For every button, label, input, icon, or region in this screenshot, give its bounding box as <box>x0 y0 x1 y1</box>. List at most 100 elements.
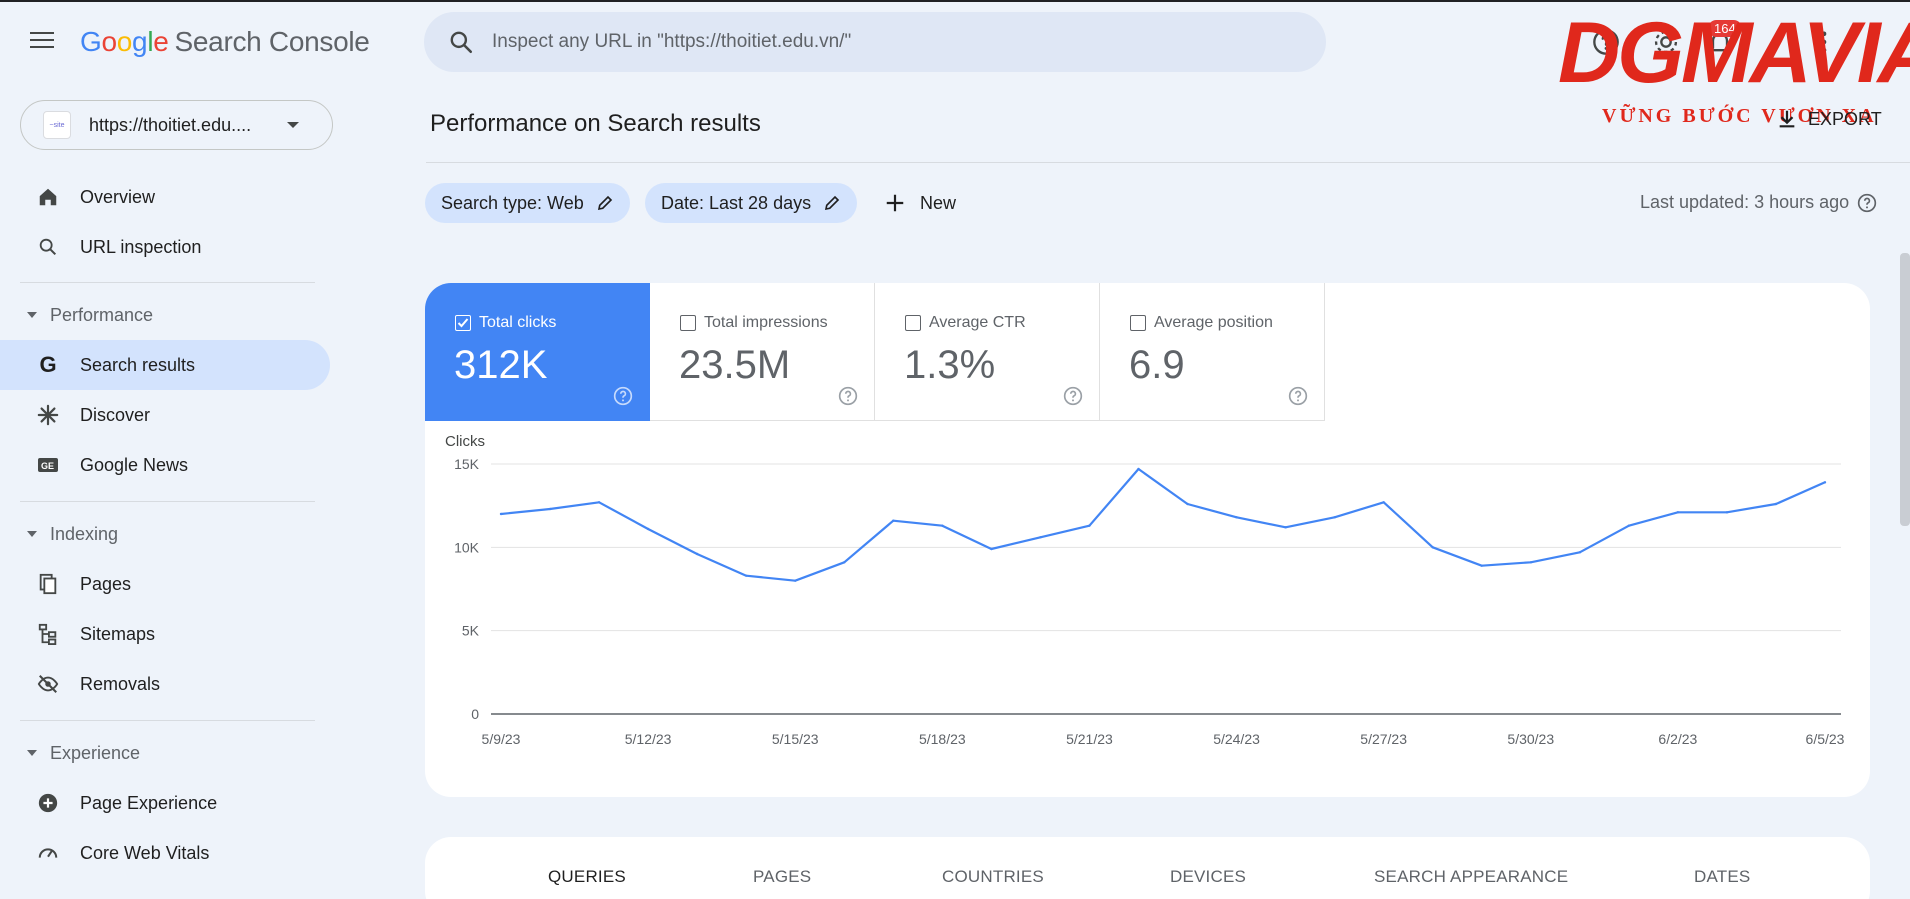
data-point <box>1039 536 1042 539</box>
tab-devices[interactable]: DEVICES <box>1170 867 1246 887</box>
section-label: Performance <box>50 304 154 325</box>
metric-value: 6.9 <box>1129 343 1185 387</box>
data-point <box>1186 502 1189 506</box>
section-performance[interactable]: Performance <box>0 298 330 332</box>
data-point <box>990 547 993 551</box>
data-point <box>1774 502 1778 506</box>
y-tick-label: 15K <box>454 456 480 472</box>
data-point <box>1480 564 1483 567</box>
y-tick-label: 10K <box>454 539 480 555</box>
app-logo[interactable]: Google Search Console <box>80 26 370 58</box>
sidebar-item-page-experience[interactable]: Page Experience <box>0 778 330 828</box>
filter-chip-date[interactable]: Date: Last 28 days <box>645 183 858 223</box>
scrollbar[interactable] <box>1900 253 1910 526</box>
x-tick-label: 5/15/23 <box>772 731 819 747</box>
search-icon <box>450 31 473 54</box>
filter-chip-search-type[interactable]: Search type: Web <box>425 183 630 223</box>
product-name: Search Console <box>174 26 370 57</box>
data-point <box>1676 511 1680 514</box>
sidebar-item-pages[interactable]: Pages <box>0 559 330 609</box>
search-input[interactable] <box>492 31 1272 53</box>
data-point <box>892 519 895 522</box>
section-indexing[interactable]: Indexing <box>0 517 330 551</box>
metric-total-clicks[interactable]: Total clicks 312K <box>425 283 650 421</box>
metric-value: 1.3% <box>904 343 996 387</box>
data-point <box>1382 501 1385 504</box>
sidebar-item-label: Pages <box>80 573 132 594</box>
checkbox[interactable] <box>680 315 696 331</box>
collapse-triangle-icon <box>27 531 37 537</box>
new-filter-button[interactable]: New <box>884 183 956 223</box>
sidebar-item-label: Google News <box>80 454 189 475</box>
data-point <box>1529 561 1532 564</box>
data-point <box>1333 516 1336 519</box>
export-button[interactable]: EXPORT <box>1776 108 1882 130</box>
x-tick-label: 6/2/23 <box>1658 731 1697 747</box>
news-icon: GE <box>36 453 60 477</box>
chip-label: Search type: Web <box>441 192 584 213</box>
data-point <box>1627 524 1631 527</box>
tab-dates[interactable]: DATES <box>1694 867 1750 887</box>
data-point <box>499 512 503 516</box>
sidebar-item-core-web-vitals[interactable]: Core Web Vitals <box>0 828 330 878</box>
google-g-icon: G <box>39 352 57 377</box>
performance-card: Total clicks 312K Total impressions 23.5… <box>425 283 1870 797</box>
tab-queries[interactable]: QUERIES <box>548 867 626 887</box>
sidebar-item-removals[interactable]: Removals <box>0 659 330 709</box>
sidebar-item-url-inspection[interactable]: URL inspection <box>0 222 330 272</box>
section-label: Indexing <box>50 523 119 544</box>
help-icon[interactable] <box>1063 386 1083 406</box>
clicks-line-chart[interactable]: Clicks 0 5K 10K 15K 5/9/23 5/12/23 5/15/23 5/18/… <box>425 421 1870 797</box>
eye-off-icon <box>36 672 60 696</box>
metric-value: 23.5M <box>679 343 791 387</box>
help-icon[interactable] <box>1288 386 1308 406</box>
sidebar-divider <box>20 720 315 721</box>
data-point <box>548 507 552 511</box>
metric-label: Average position <box>1154 314 1273 331</box>
sidebar-item-sitemaps[interactable]: Sitemaps <box>0 609 330 659</box>
data-point <box>1823 481 1827 484</box>
data-point <box>1284 526 1287 529</box>
metric-label: Average CTR <box>929 314 1026 331</box>
checkbox[interactable] <box>1130 315 1146 331</box>
plus-circle-icon <box>36 791 60 815</box>
property-url: https://thoitiet.edu.... <box>89 114 252 135</box>
tab-pages[interactable]: PAGES <box>753 867 811 887</box>
help-icon[interactable] <box>613 386 633 406</box>
sidebar-item-google-news[interactable]: GE Google News <box>0 440 330 490</box>
sidebar-item-overview[interactable]: Overview <box>0 172 330 222</box>
metric-value: 312K <box>454 343 548 387</box>
dimension-tabs: QUERIES PAGES COUNTRIES DEVICES SEARCH A… <box>425 837 1870 899</box>
metric-average-position[interactable]: Average position 6.9 <box>1100 283 1325 421</box>
last-updated: Last updated: 3 hours ago <box>1640 192 1877 213</box>
chip-label: Date: Last 28 days <box>661 192 812 213</box>
metric-total-impressions[interactable]: Total impressions 23.5M <box>650 283 875 421</box>
tab-countries[interactable]: COUNTRIES <box>942 867 1044 887</box>
export-label: EXPORT <box>1808 108 1882 129</box>
x-tick-label: 5/27/23 <box>1360 731 1407 747</box>
data-point <box>744 574 748 577</box>
data-point <box>646 527 650 531</box>
menu-icon[interactable] <box>30 32 54 52</box>
sidebar-item-discover[interactable]: Discover <box>0 390 330 440</box>
x-tick-label: 5/18/23 <box>919 731 966 747</box>
checkbox[interactable] <box>905 315 921 331</box>
data-point <box>695 552 699 556</box>
section-experience[interactable]: Experience <box>0 736 330 770</box>
last-updated-text: Last updated: 3 hours ago <box>1640 192 1850 212</box>
data-point <box>1137 467 1140 471</box>
checkbox-checked[interactable] <box>455 315 471 331</box>
collapse-triangle-icon <box>27 750 37 756</box>
home-icon <box>36 185 60 209</box>
help-icon[interactable] <box>838 386 858 406</box>
asterisk-icon <box>36 403 60 427</box>
data-point <box>941 524 944 527</box>
property-selector[interactable]: ~site https://thoitiet.edu.... <box>20 100 333 150</box>
sidebar-item-search-results[interactable]: G Search results <box>0 340 330 390</box>
sitemap-icon <box>36 622 60 646</box>
x-tick-label: 6/5/23 <box>1806 731 1845 747</box>
url-inspect-search[interactable] <box>424 12 1326 72</box>
tab-search-appearance[interactable]: SEARCH APPEARANCE <box>1374 867 1568 887</box>
metric-average-ctr[interactable]: Average CTR 1.3% <box>875 283 1100 421</box>
help-icon[interactable] <box>1857 193 1877 213</box>
